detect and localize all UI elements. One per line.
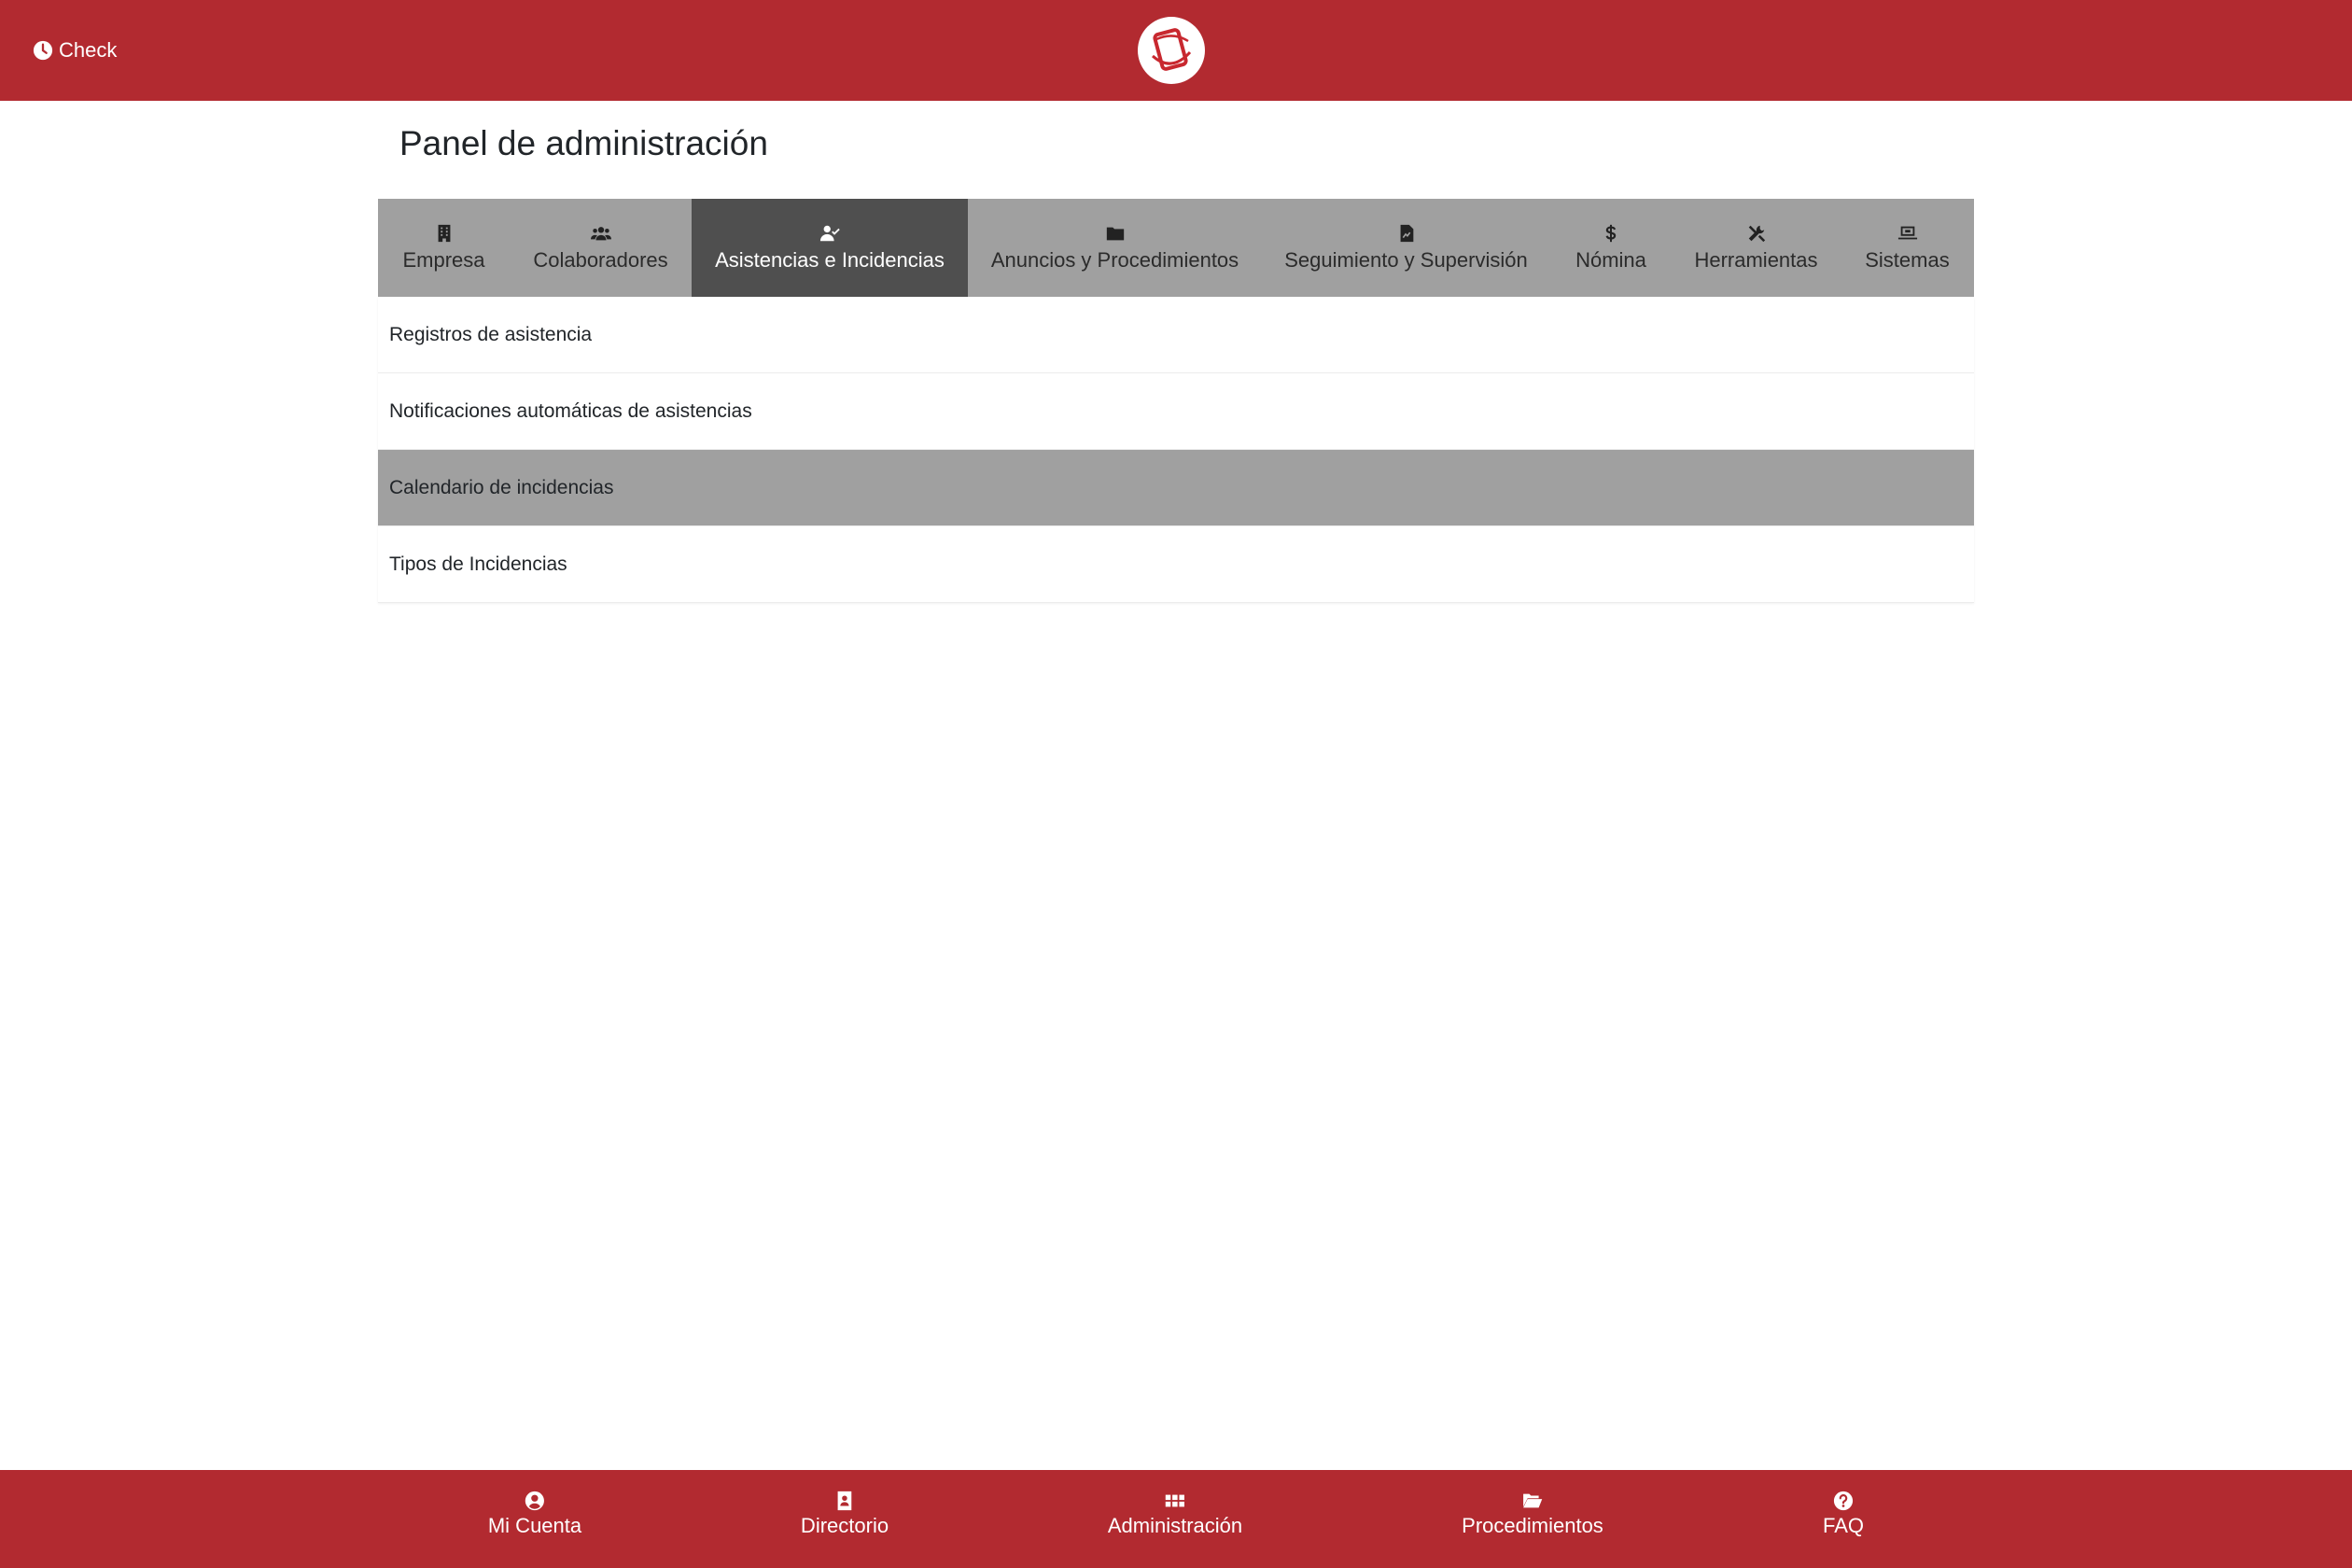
top-bar: Check [0,0,2352,101]
tab-asistencias-incidencias[interactable]: Asistencias e Incidencias [692,199,968,297]
question-circle-icon [1833,1491,1854,1511]
nav-faq[interactable]: FAQ [1823,1491,1864,1538]
tab-sistemas[interactable]: Sistemas [1841,199,1974,297]
tab-label: Nómina [1575,247,1646,272]
users-icon [590,226,611,240]
tab-nomina[interactable]: Nómina [1550,199,1672,297]
page-title: Panel de administración [399,124,768,162]
admin-tabs: Empresa Colaboradores Asistencias e Inci… [378,199,1974,297]
phone-logo-icon [1151,28,1192,71]
tab-label: Herramientas [1694,247,1818,272]
tab-label: Sistemas [1865,247,1950,272]
clock-icon [33,40,53,61]
user-check-icon [819,225,840,241]
submenu-list: Registros de asistencia Notificaciones a… [378,297,1974,603]
file-chart-icon [1400,224,1413,242]
tab-label: Anuncios y Procedimientos [990,247,1239,272]
submenu-notificaciones-automaticas[interactable]: Notificaciones automáticas de asistencia… [378,373,1974,450]
tools-icon [1748,225,1765,242]
nav-label: Mi Cuenta [487,1514,582,1537]
nav-mi-cuenta[interactable]: Mi Cuenta [488,1491,581,1538]
tab-empresa[interactable]: Empresa [378,199,510,297]
tab-label: Colaboradores [533,247,668,272]
address-book-icon [837,1491,852,1511]
nav-directorio[interactable]: Directorio [801,1491,889,1538]
nav-procedimientos[interactable]: Procedimientos [1462,1491,1603,1538]
tab-colaboradores[interactable]: Colaboradores [510,199,692,297]
app-logo[interactable] [1138,17,1205,84]
building-icon [438,224,450,242]
submenu-registros-asistencia[interactable]: Registros de asistencia [378,297,1974,373]
tab-anuncios-procedimientos[interactable]: Anuncios y Procedimientos [968,199,1262,297]
check-label: Check [59,38,118,62]
nav-label: Administración [1107,1514,1243,1537]
nav-label: Directorio [800,1514,889,1537]
nav-label: FAQ [1822,1514,1865,1537]
laptop-icon [1897,226,1917,239]
submenu-tipos-incidencias[interactable]: Tipos de Incidencias [378,526,1974,603]
check-link[interactable]: Check [33,35,117,65]
tab-herramientas[interactable]: Herramientas [1672,199,1841,297]
tab-seguimiento-supervision[interactable]: Seguimiento y Supervisión [1262,199,1550,297]
tab-label: Seguimiento y Supervisión [1284,247,1528,272]
dollar-icon [1605,224,1617,242]
tab-label: Empresa [402,247,485,272]
grid-icon [1165,1494,1185,1507]
bottom-nav: Mi Cuenta Directorio Administración Proc… [0,1470,2352,1568]
user-circle-icon [525,1491,545,1511]
nav-label: Procedimientos [1462,1514,1603,1537]
tab-label: Asistencias e Incidencias [715,247,945,272]
submenu-calendario-incidencias[interactable]: Calendario de incidencias [378,450,1974,526]
folder-open-icon [1522,1493,1543,1508]
nav-administracion[interactable]: Administración [1108,1491,1242,1538]
folder-icon [1106,227,1124,240]
